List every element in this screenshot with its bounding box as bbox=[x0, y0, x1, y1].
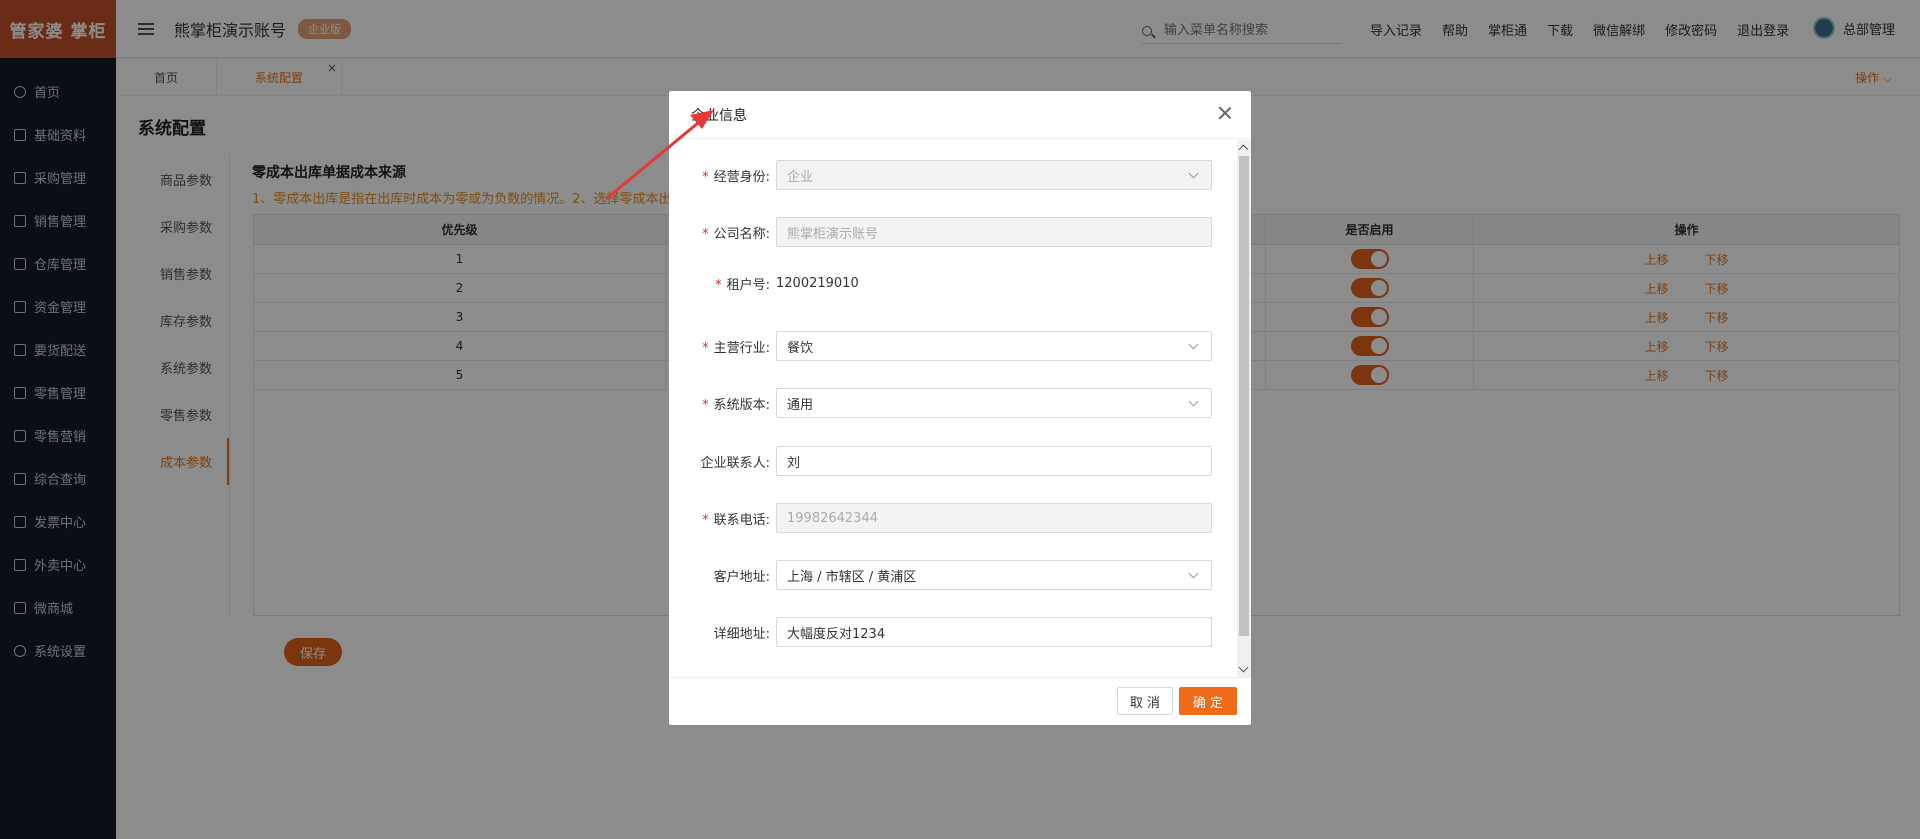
address-value: 上海 / 市辖区 / 黄浦区 bbox=[787, 569, 917, 585]
phone-value: 19982642344 bbox=[787, 510, 878, 526]
dialog-scrollbar[interactable] bbox=[1237, 140, 1251, 677]
required-mark: * bbox=[702, 340, 709, 356]
confirm-button[interactable]: 确 定 bbox=[1179, 687, 1237, 715]
field-contact: 企业联系人: 刘 bbox=[669, 446, 1237, 476]
dialog-body: * 经营身份: 企业 * 公司名称: 熊掌柜演示账号 * 租户号: 120021901… bbox=[669, 140, 1251, 677]
required-mark: * bbox=[715, 278, 722, 293]
required-mark: * bbox=[702, 397, 709, 413]
required-mark: * bbox=[702, 169, 709, 185]
field-label: * 主营行业: bbox=[669, 337, 776, 356]
address-cascader[interactable]: 上海 / 市辖区 / 黄浦区 bbox=[776, 560, 1212, 590]
field-phone: * 联系电话: 19982642344 bbox=[669, 503, 1237, 533]
dialog-footer: 取 消 确 定 bbox=[669, 677, 1251, 725]
field-label: * 系统版本: bbox=[669, 394, 776, 413]
industry-select[interactable]: 餐饮 bbox=[776, 331, 1212, 361]
contact-input[interactable]: 刘 bbox=[776, 446, 1212, 476]
identity-value: 企业 bbox=[787, 169, 814, 185]
field-identity: * 经营身份: 企业 bbox=[669, 160, 1237, 190]
required-mark: * bbox=[702, 512, 709, 528]
field-tenant: * 租户号: 1200219010 bbox=[669, 274, 1237, 293]
required-mark: * bbox=[702, 226, 709, 242]
version-select[interactable]: 通用 bbox=[776, 388, 1212, 418]
identity-select[interactable]: 企业 bbox=[776, 160, 1212, 190]
label-text: 租户号: bbox=[726, 278, 770, 293]
label-text: 公司名称: bbox=[713, 226, 770, 242]
scroll-down-icon[interactable] bbox=[1238, 662, 1249, 673]
field-label: 详细地址: bbox=[669, 623, 776, 642]
tenant-value: 1200219010 bbox=[776, 276, 859, 291]
company-value: 熊掌柜演示账号 bbox=[787, 226, 879, 242]
field-detail-address: 详细地址: 大幅度反对1234 bbox=[669, 617, 1237, 647]
contact-value: 刘 bbox=[787, 455, 801, 471]
close-icon[interactable] bbox=[1217, 105, 1233, 121]
label-text: 详细地址: bbox=[713, 626, 770, 642]
field-label: 企业联系人: bbox=[669, 452, 776, 471]
field-label: * 公司名称: bbox=[669, 223, 776, 242]
version-value: 通用 bbox=[787, 397, 814, 413]
cancel-button[interactable]: 取 消 bbox=[1117, 687, 1173, 715]
field-address: 客户地址: 上海 / 市辖区 / 黄浦区 bbox=[669, 560, 1237, 590]
phone-input[interactable]: 19982642344 bbox=[776, 503, 1212, 533]
field-label: * 经营身份: bbox=[669, 166, 776, 185]
field-company: * 公司名称: 熊掌柜演示账号 bbox=[669, 217, 1237, 247]
field-label: * 联系电话: bbox=[669, 509, 776, 528]
chevron-down-icon bbox=[1188, 339, 1199, 350]
label-text: 系统版本: bbox=[713, 397, 770, 413]
label-text: 主营行业: bbox=[713, 340, 770, 356]
field-industry: * 主营行业: 餐饮 bbox=[669, 331, 1237, 361]
field-label: * 租户号: bbox=[669, 274, 776, 293]
label-text: 客户地址: bbox=[713, 569, 770, 585]
scroll-thumb[interactable] bbox=[1239, 156, 1249, 636]
company-info-dialog: 企业信息 * 经营身份: 企业 * 公司名称: 熊掌柜演示账号 * 租户号: 1200… bbox=[669, 91, 1251, 725]
label-text: 经营身份: bbox=[713, 169, 770, 185]
company-name-input[interactable]: 熊掌柜演示账号 bbox=[776, 217, 1212, 247]
field-version: * 系统版本: 通用 bbox=[669, 388, 1237, 418]
label-text: 企业联系人: bbox=[700, 455, 770, 471]
field-label: 客户地址: bbox=[669, 566, 776, 585]
chevron-down-icon bbox=[1188, 568, 1199, 579]
chevron-down-icon bbox=[1188, 168, 1199, 179]
scroll-up-icon[interactable] bbox=[1238, 144, 1249, 155]
detail-address-input[interactable]: 大幅度反对1234 bbox=[776, 617, 1212, 647]
detail-address-value: 大幅度反对1234 bbox=[787, 626, 886, 642]
dialog-header: 企业信息 bbox=[669, 91, 1251, 139]
industry-value: 餐饮 bbox=[787, 340, 814, 356]
chevron-down-icon bbox=[1188, 396, 1199, 407]
dialog-title: 企业信息 bbox=[691, 107, 747, 124]
label-text: 联系电话: bbox=[713, 512, 770, 528]
